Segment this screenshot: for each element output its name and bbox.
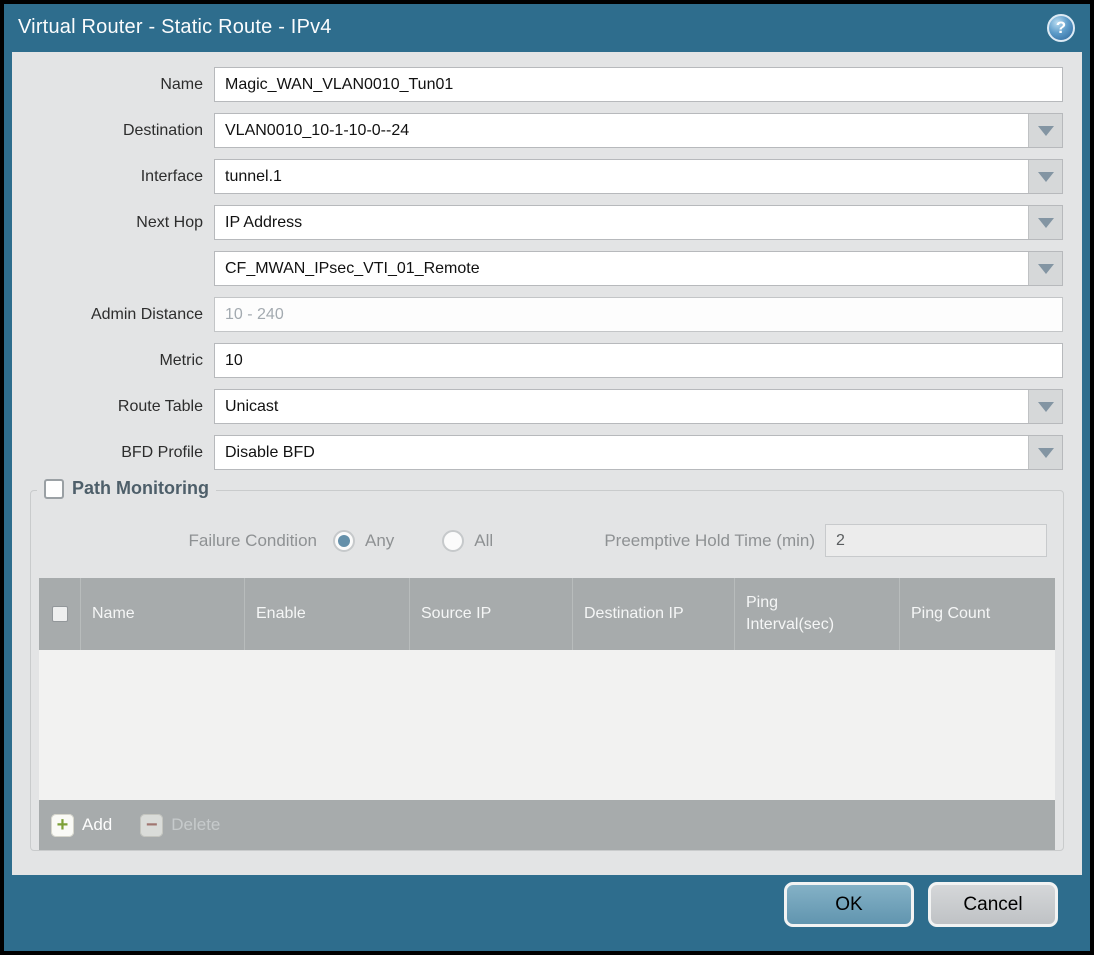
bfd-profile-field-wrap	[214, 435, 1063, 470]
row-name: Name	[12, 67, 1063, 102]
bfd-profile-input[interactable]	[214, 435, 1063, 470]
table-header-row: Name Enable Source IP Destination IP Pin…	[39, 578, 1055, 650]
destination-input[interactable]	[214, 113, 1063, 148]
static-route-dialog: Virtual Router - Static Route - IPv4 ? N…	[4, 4, 1090, 951]
interface-label: Interface	[140, 167, 203, 185]
preemptive-hold-time-input[interactable]	[825, 524, 1047, 557]
destination-dropdown-button[interactable]	[1028, 114, 1062, 147]
chevron-down-icon	[1037, 263, 1054, 274]
admin-distance-field-wrap	[214, 297, 1063, 332]
chevron-down-icon	[1037, 401, 1054, 412]
route-table-label: Route Table	[117, 397, 203, 415]
row-next-hop-address	[12, 251, 1063, 286]
help-glyph: ?	[1055, 18, 1067, 37]
preemptive-hold-time-label: Preemptive Hold Time (min)	[604, 530, 815, 550]
dialog-titlebar: Virtual Router - Static Route - IPv4 ?	[4, 4, 1090, 52]
failure-condition-label: Failure Condition	[188, 530, 317, 550]
add-button[interactable]: + Add	[51, 813, 113, 837]
help-icon[interactable]: ?	[1047, 14, 1075, 42]
table-header-ping-interval-text: Ping Interval(sec)	[746, 594, 835, 633]
radio-all-icon	[442, 529, 465, 552]
metric-input[interactable]	[214, 343, 1063, 378]
next-hop-type-field-wrap	[214, 205, 1063, 240]
next-hop-address-dropdown-button[interactable]	[1028, 252, 1062, 285]
row-metric: Metric	[12, 343, 1063, 378]
ok-button[interactable]: OK	[784, 882, 914, 927]
metric-field-wrap	[214, 343, 1063, 378]
delete-button[interactable]: − Delete	[140, 813, 221, 837]
next-hop-address-input[interactable]	[214, 251, 1063, 286]
screenshot-root: { "window": { "title": "Virtual Router -…	[0, 0, 1094, 955]
next-hop-address-field-wrap	[214, 251, 1063, 286]
select-all-checkbox[interactable]	[51, 606, 68, 622]
dialog-content: Name Destination Interface	[12, 52, 1082, 875]
next-hop-label: Next Hop	[136, 213, 203, 231]
table-header-destination-ip: Destination IP	[573, 578, 735, 650]
destination-label: Destination	[122, 121, 203, 139]
table-header-source-ip: Source IP	[410, 578, 573, 650]
admin-distance-input[interactable]	[214, 297, 1063, 332]
chevron-down-icon	[1037, 171, 1054, 182]
destination-field-wrap	[214, 113, 1063, 148]
delete-button-label: Delete	[171, 815, 221, 834]
chevron-down-icon	[1037, 217, 1054, 228]
path-monitoring-checkbox[interactable]	[44, 478, 64, 499]
failure-condition-all-label: All	[474, 530, 494, 550]
row-bfd-profile: BFD Profile	[12, 435, 1063, 470]
route-table-dropdown-button[interactable]	[1028, 390, 1062, 423]
table-header-select-all	[39, 578, 81, 650]
bfd-profile-label: BFD Profile	[121, 443, 203, 461]
admin-distance-label: Admin Distance	[90, 305, 203, 323]
path-monitoring-legend: Path Monitoring	[37, 478, 216, 499]
chevron-down-icon	[1037, 125, 1054, 136]
failure-condition-row: Failure Condition Any All Preemptive Hol…	[39, 523, 1055, 558]
name-input[interactable]	[214, 67, 1063, 102]
minus-icon: −	[140, 813, 164, 837]
route-table-field-wrap	[214, 389, 1063, 424]
row-next-hop: Next Hop	[12, 205, 1063, 240]
path-monitoring-section: Path Monitoring Failure Condition Any Al…	[30, 478, 1064, 851]
radio-selected-dot	[338, 534, 350, 547]
interface-dropdown-button[interactable]	[1028, 160, 1062, 193]
plus-icon: +	[51, 813, 74, 837]
table-header-enable: Enable	[245, 578, 410, 650]
chevron-down-icon	[1037, 447, 1054, 458]
next-hop-type-dropdown-button[interactable]	[1028, 206, 1062, 239]
add-button-label: Add	[82, 815, 113, 834]
table-header-name: Name	[81, 578, 245, 650]
path-monitoring-title: Path Monitoring	[72, 478, 209, 498]
table-body-empty[interactable]	[39, 650, 1055, 800]
failure-condition-any-option[interactable]: Any	[333, 529, 395, 552]
row-interface: Interface	[12, 159, 1063, 194]
table-header-ping-interval: Ping Interval(sec)	[735, 578, 900, 650]
interface-field-wrap	[214, 159, 1063, 194]
path-monitoring-table: Name Enable Source IP Destination IP Pin…	[39, 578, 1055, 850]
table-header-ping-count: Ping Count	[911, 605, 991, 623]
name-field-wrap	[214, 67, 1063, 102]
failure-condition-all-option[interactable]: All	[442, 529, 494, 552]
interface-input[interactable]	[214, 159, 1063, 194]
table-toolbar: + Add − Delete	[39, 800, 1055, 850]
radio-any-icon	[333, 529, 355, 552]
cancel-button[interactable]: Cancel	[928, 882, 1058, 927]
dialog-action-buttons: OK Cancel	[784, 882, 1058, 927]
route-table-input[interactable]	[214, 389, 1063, 424]
row-admin-distance: Admin Distance	[12, 297, 1063, 332]
dialog-title: Virtual Router - Static Route - IPv4	[18, 16, 332, 38]
next-hop-type-input[interactable]	[214, 205, 1063, 240]
row-route-table: Route Table	[12, 389, 1063, 424]
bfd-profile-dropdown-button[interactable]	[1028, 436, 1062, 469]
name-label: Name	[160, 75, 203, 93]
failure-condition-any-label: Any	[365, 530, 395, 550]
metric-label: Metric	[159, 351, 203, 369]
row-destination: Destination	[12, 113, 1063, 148]
